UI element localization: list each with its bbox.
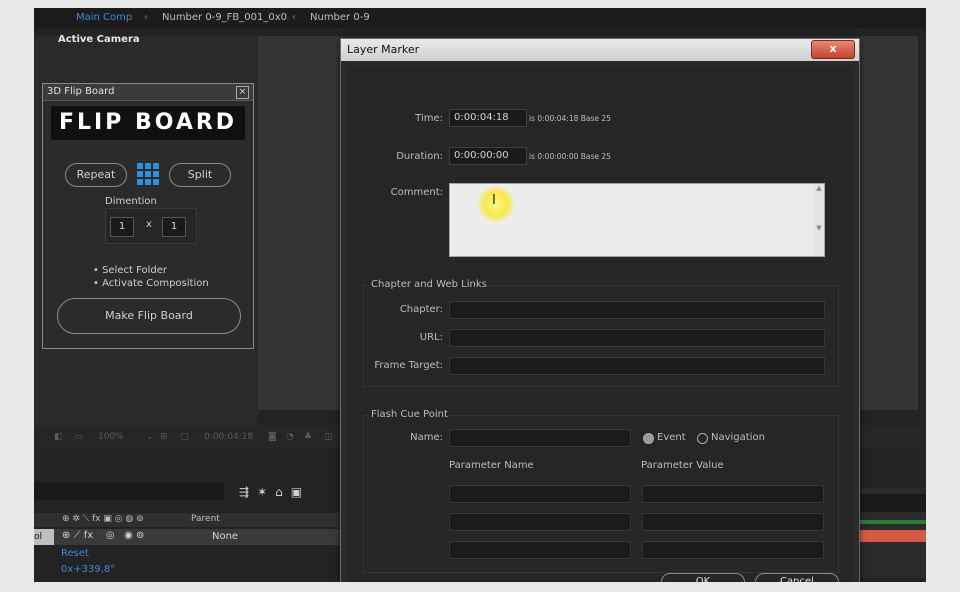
dialog-body: Time: 0:00:04:18 is 0:00:04:18 Base 25 D… xyxy=(347,65,853,582)
dimension-label: Dimention xyxy=(105,196,157,207)
time-base-info: is 0:00:04:18 Base 25 xyxy=(529,114,611,123)
parameter-name-1[interactable] xyxy=(449,485,631,503)
instructions: • Select Folder • Activate Composition xyxy=(93,264,209,290)
switches-icons: ⊕ ✲ ⟍ fx ▣ ◎ ◍ ⊚ xyxy=(62,514,144,524)
frame-blend-icon[interactable]: ▣ xyxy=(291,485,310,499)
dimension-y-input[interactable]: 1 xyxy=(162,217,186,237)
active-camera-label: Active Camera xyxy=(58,34,140,45)
cancel-button[interactable]: Cancel xyxy=(755,573,839,582)
monitor-icon[interactable]: ▭ xyxy=(74,432,83,442)
flip-board-logo: FLIP BOARD xyxy=(51,106,245,140)
event-label: Event xyxy=(657,432,686,443)
parameter-value-header: Parameter Value xyxy=(641,460,724,471)
layer-bar-green xyxy=(850,520,926,524)
timeline-search[interactable] xyxy=(34,482,224,500)
cursor-highlight xyxy=(477,185,515,223)
screen: Main Comp ‹ Number 0-9_FB_001_0x0 ‹ Numb… xyxy=(34,8,926,582)
frame-target-label: Frame Target: xyxy=(374,360,443,371)
breadcrumb-main-comp[interactable]: Main Comp xyxy=(76,12,132,23)
dialog-title: Layer Marker xyxy=(347,43,420,56)
timeline-ruler[interactable]: is xyxy=(850,494,926,512)
comment-scrollbar[interactable]: ▲ ▼ xyxy=(814,184,824,256)
comp-flow-icon[interactable]: ⇶ xyxy=(239,485,257,499)
frame-target-field[interactable] xyxy=(449,357,825,375)
duration-field[interactable]: 0:00:00:00 xyxy=(449,147,527,165)
chapter-label: Chapter: xyxy=(399,304,443,315)
dimension-x-input[interactable]: 1 xyxy=(110,217,134,237)
flip-board-titlebar: 3D Flip Board × xyxy=(43,84,253,101)
close-icon[interactable]: x xyxy=(811,40,855,59)
parameter-value-2[interactable] xyxy=(642,513,824,531)
layer-marker-dialog: Layer Marker x Time: 0:00:04:18 is 0:00:… xyxy=(340,38,860,582)
reset-link[interactable]: Reset xyxy=(61,548,89,559)
layer-label: ol xyxy=(34,529,54,545)
dialog-titlebar: Layer Marker x xyxy=(341,39,859,61)
camera-icon[interactable]: ◙ xyxy=(268,432,277,442)
zoom-select[interactable]: 100% xyxy=(98,432,124,442)
url-field[interactable] xyxy=(449,329,825,347)
timeline-tools: ⇶✶⌂▣ xyxy=(239,485,310,499)
navigation-radio[interactable] xyxy=(697,433,708,444)
instruction-activate-comp: • Activate Composition xyxy=(93,278,209,289)
repeat-button[interactable]: Repeat xyxy=(65,163,127,187)
instruction-select-folder: • Select Folder xyxy=(93,265,168,276)
breadcrumb-number[interactable]: Number 0-9 xyxy=(310,12,370,23)
split-button[interactable]: Split xyxy=(169,163,231,187)
chapter-field[interactable] xyxy=(449,301,825,319)
grid-icon[interactable] xyxy=(137,163,159,185)
name-field[interactable] xyxy=(449,429,631,447)
shy-icon[interactable]: ⌂ xyxy=(275,485,291,499)
name-label: Name: xyxy=(410,432,443,443)
ok-button[interactable]: OK xyxy=(661,573,745,582)
parent-header: Parent xyxy=(191,514,220,524)
parameter-name-header: Parameter Name xyxy=(449,460,534,471)
duration-base-info: is 0:00:00:00 Base 25 xyxy=(529,152,611,161)
breadcrumb-number-fb[interactable]: Number 0-9_FB_001_0x0 xyxy=(162,12,287,23)
chapter-links-title: Chapter and Web Links xyxy=(369,279,489,290)
parameter-value-3[interactable] xyxy=(642,541,824,559)
color-icon[interactable]: ♣ xyxy=(304,432,312,442)
make-flip-board-button[interactable]: Make Flip Board xyxy=(57,298,241,334)
timeline-graph-area: is xyxy=(850,488,926,578)
parameter-name-3[interactable] xyxy=(449,541,631,559)
flash-cue-title: Flash Cue Point xyxy=(369,409,450,420)
dimension-box: 1 x 1 xyxy=(105,208,197,244)
dimension-separator: x xyxy=(146,219,152,230)
breadcrumb: Main Comp ‹ Number 0-9_FB_001_0x0 ‹ Numb… xyxy=(34,8,926,28)
close-icon[interactable]: × xyxy=(236,86,249,99)
viewer-timecode[interactable]: 0:00:04:18 xyxy=(204,432,253,442)
channel-icon[interactable]: ◫ xyxy=(324,432,333,442)
time-label: Time: xyxy=(415,113,443,124)
duration-label: Duration: xyxy=(396,151,443,162)
snapshot-icon[interactable]: ◔ xyxy=(286,432,294,442)
parameter-name-2[interactable] xyxy=(449,513,631,531)
navigation-label: Navigation xyxy=(711,432,765,443)
chevron-down-icon[interactable]: ⌄ xyxy=(146,432,154,442)
chevron-left-icon: ‹ xyxy=(292,12,296,23)
flip-board-title: 3D Flip Board xyxy=(47,86,115,97)
flip-board-panel: 3D Flip Board × FLIP BOARD Repeat Split … xyxy=(42,83,254,349)
rotation-value[interactable]: 0x+339,8° xyxy=(61,564,115,575)
layer-bar-orange[interactable] xyxy=(850,530,926,542)
grid-icon[interactable]: ⊞ xyxy=(160,432,168,442)
magnifier-icon[interactable]: ◧ xyxy=(54,432,63,442)
text-cursor-icon: I xyxy=(492,193,496,208)
draft-3d-icon[interactable]: ✶ xyxy=(257,485,275,499)
url-label: URL: xyxy=(419,332,443,343)
event-radio[interactable] xyxy=(643,433,654,444)
time-field[interactable]: 0:00:04:18 xyxy=(449,109,527,127)
parent-select[interactable]: None xyxy=(212,531,238,542)
layer-switches[interactable]: ⊕ ⟋ fx ◎ ◉ ⊚ xyxy=(62,530,144,541)
comment-label: Comment: xyxy=(390,187,443,198)
parameter-value-1[interactable] xyxy=(642,485,824,503)
region-icon[interactable]: ▢ xyxy=(180,432,189,442)
chevron-left-icon: ‹ xyxy=(144,12,148,23)
